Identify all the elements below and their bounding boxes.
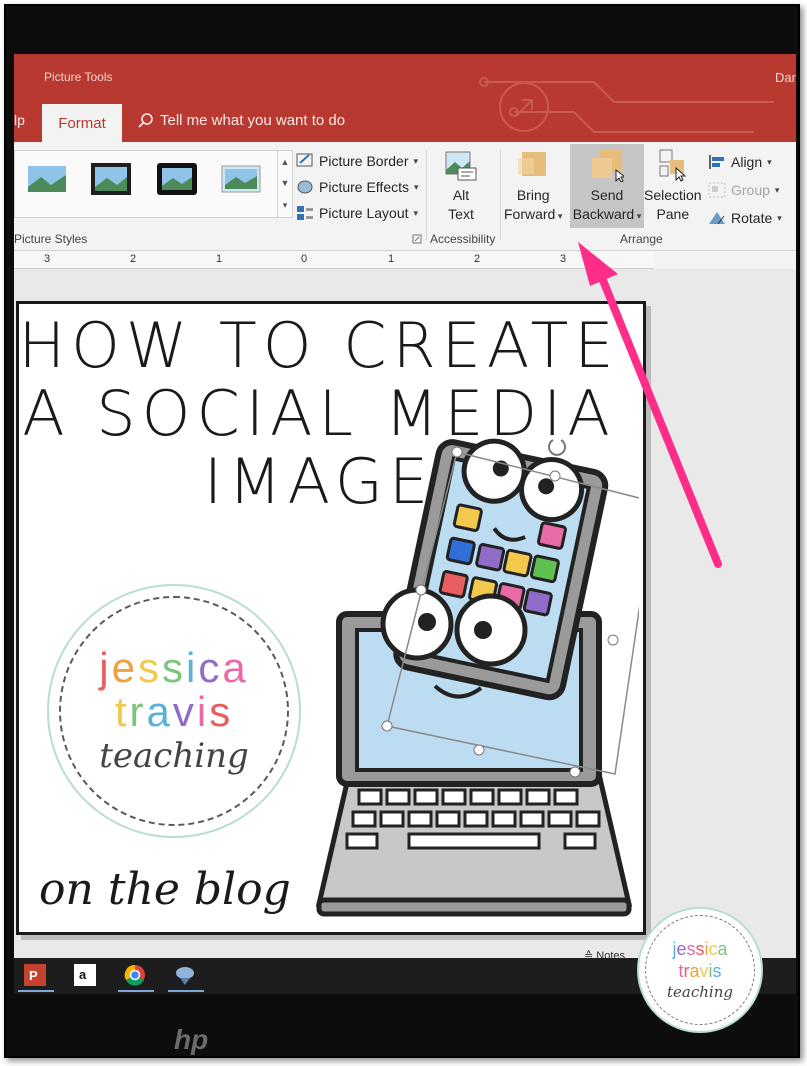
watermark-line-3: teaching bbox=[667, 983, 733, 1001]
watermark-line-1: jessica bbox=[639, 939, 761, 960]
watermark-text-jessica: jessica bbox=[672, 939, 728, 959]
annotation-arrow-icon bbox=[578, 242, 722, 568]
watermark-logo: jessica travis teaching bbox=[637, 907, 763, 1033]
photo-frame: Picture Tools Dar lp Format Tell me what… bbox=[4, 4, 800, 1058]
watermark-text-travis: travis bbox=[678, 961, 722, 981]
watermark-line-2: travis bbox=[639, 961, 761, 982]
